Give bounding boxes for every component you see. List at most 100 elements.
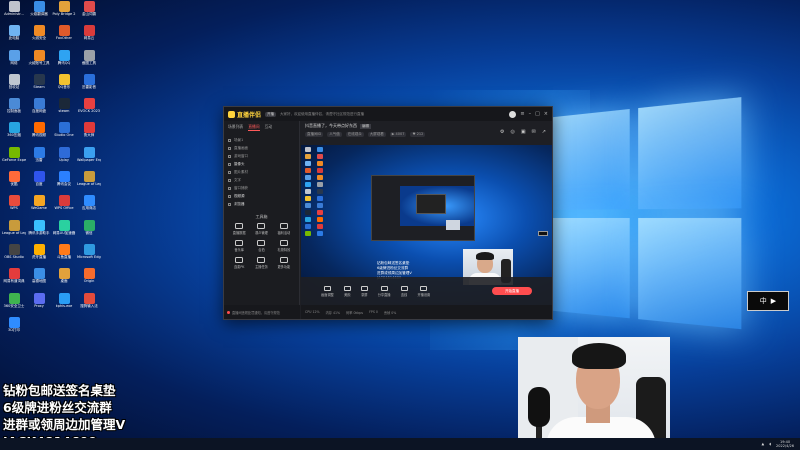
- visibility-checkbox[interactable]: [228, 178, 231, 182]
- tool-button[interactable]: 直播数据: [228, 223, 250, 235]
- live-status-badge[interactable]: 开播: [265, 111, 277, 117]
- toolbar-icon[interactable]: ▣: [521, 129, 526, 135]
- desktop-icon[interactable]: 网络: [2, 49, 26, 73]
- desktop-icon[interactable]: League of Legends: [77, 170, 101, 194]
- visibility-checkbox[interactable]: [228, 186, 231, 190]
- desktop-icon[interactable]: Wallpaper Engine: [77, 146, 101, 170]
- desktop-icon[interactable]: 金山词霸: [77, 0, 101, 24]
- scene-item[interactable]: 游戏窗口: [228, 152, 295, 160]
- edit-title-button[interactable]: 编辑: [360, 123, 371, 129]
- desktop-icon[interactable]: 此电脑: [2, 24, 26, 48]
- desktop-icon[interactable]: 迅雷影音: [77, 73, 101, 97]
- desktop-icon[interactable]: Administr...: [2, 0, 26, 24]
- visibility-checkbox[interactable]: [228, 162, 231, 166]
- scene-item[interactable]: 浏览器: [228, 200, 295, 208]
- menu-icon[interactable]: ≡: [520, 111, 524, 117]
- desktop-icon[interactable]: 腾讯会议: [52, 170, 76, 194]
- desktop-icon[interactable]: 火绒账号工具: [27, 49, 51, 73]
- mini-widget[interactable]: 中 ▶: [747, 291, 789, 311]
- desktop-icon[interactable]: Origin: [77, 267, 101, 291]
- desktop-icon[interactable]: 高德地图: [27, 267, 51, 291]
- visibility-checkbox[interactable]: [228, 202, 231, 206]
- toolbar-icon[interactable]: ✉: [532, 129, 536, 135]
- desktop-icon[interactable]: GeForce Experience: [2, 146, 26, 170]
- desktop-icon[interactable]: Uplay: [52, 146, 76, 170]
- desktop-icon[interactable]: 腾讯QQ: [52, 49, 76, 73]
- desktop-icon[interactable]: 百度网盘: [27, 97, 51, 121]
- desktop-icon[interactable]: OBS Studio: [2, 243, 26, 267]
- visibility-checkbox[interactable]: [228, 138, 231, 142]
- desktop-icon[interactable]: 应用商店: [77, 194, 101, 218]
- desktop-icon[interactable]: 网易有道词典: [2, 267, 26, 291]
- scene-item[interactable]: 直播画面: [228, 144, 295, 152]
- desktop-icon[interactable]: 360压缩: [2, 121, 26, 145]
- desktop-icon[interactable]: WeGame: [27, 194, 51, 218]
- close-icon[interactable]: ×: [544, 111, 548, 117]
- tool-button[interactable]: 主播任务: [250, 257, 272, 269]
- tool-button[interactable]: 更多功能: [273, 257, 295, 269]
- control-button[interactable]: 录屏: [360, 285, 368, 297]
- desktop-icon[interactable]: 3D打印: [2, 316, 26, 340]
- sidebar-tab[interactable]: 场景列表: [228, 124, 243, 131]
- volume-icon[interactable]: ◖: [769, 442, 771, 446]
- control-button[interactable]: 分享直播: [378, 285, 391, 297]
- desktop-icon[interactable]: Poly Bridge 2: [52, 0, 76, 24]
- network-icon[interactable]: ▲: [761, 442, 764, 446]
- tool-button[interactable]: 礼物特效: [273, 240, 295, 252]
- desktop-icon[interactable]: 鲁大师: [77, 121, 101, 145]
- desktop-icon[interactable]: FoxOther: [52, 24, 76, 48]
- minimize-icon[interactable]: –: [529, 111, 532, 117]
- desktop-icon[interactable]: 微信: [77, 219, 101, 243]
- desktop-icon[interactable]: Steam: [27, 73, 51, 97]
- desktop-icon[interactable]: 腾讯视频: [27, 121, 51, 145]
- control-button[interactable]: 画面调整: [321, 285, 334, 297]
- desktop-icon[interactable]: 360安全卫士: [2, 292, 26, 316]
- visibility-checkbox[interactable]: [228, 170, 231, 174]
- desktop-icon[interactable]: QQ音乐: [52, 73, 76, 97]
- desktop-icon[interactable]: 截图工具: [77, 49, 101, 73]
- tool-button[interactable]: 观众管理: [250, 223, 272, 235]
- desktop-icon[interactable]: Microsoft Edge: [77, 243, 101, 267]
- desktop-icon[interactable]: EVOCK 2023: [77, 97, 101, 121]
- desktop-icon[interactable]: Proxy: [27, 292, 51, 316]
- toolbar-icon[interactable]: ◎: [510, 129, 514, 135]
- toolbar-icon[interactable]: ⚙: [500, 129, 504, 135]
- desktop-icon[interactable]: 百度: [27, 170, 51, 194]
- desktop-icon[interactable]: 斗鱼直播: [52, 243, 76, 267]
- tool-button[interactable]: 福利活动: [273, 223, 295, 235]
- visibility-checkbox[interactable]: [228, 154, 231, 158]
- desktop-icon[interactable]: 桌面: [52, 267, 76, 291]
- scene-item[interactable]: 图片素材: [228, 168, 295, 176]
- desktop-icon[interactable]: 网易云: [77, 24, 101, 48]
- clock[interactable]: 19:40 2022/4/26: [776, 440, 794, 448]
- desktop-icon[interactable]: steam: [52, 97, 76, 121]
- visibility-checkbox[interactable]: [228, 194, 231, 198]
- desktop-icon[interactable]: 火绒安全: [27, 24, 51, 48]
- desktop-icon[interactable]: 网易UU加速器: [52, 219, 76, 243]
- desktop-icon[interactable]: kphis.exe: [52, 292, 76, 316]
- desktop-icon[interactable]: 回收站: [2, 73, 26, 97]
- tool-button[interactable]: 合拍: [250, 240, 272, 252]
- user-avatar[interactable]: [509, 110, 517, 118]
- scene-item[interactable]: 文字: [228, 176, 295, 184]
- tool-button[interactable]: 音乐库: [228, 240, 250, 252]
- desktop-icon[interactable]: WPS: [2, 194, 26, 218]
- desktop-icon[interactable]: 虎牙直播: [27, 243, 51, 267]
- visibility-checkbox[interactable]: [228, 146, 231, 150]
- desktop-icon[interactable]: League of Legends: [2, 219, 26, 243]
- scene-item[interactable]: 窗口捕获: [228, 184, 295, 192]
- desktop-icon[interactable]: WPS Office: [52, 194, 76, 218]
- toolbar-icon[interactable]: ↗: [542, 129, 546, 135]
- desktop-icon[interactable]: 迅雷: [27, 146, 51, 170]
- sidebar-tab[interactable]: 互动: [265, 124, 273, 131]
- maximize-icon[interactable]: □: [535, 111, 540, 117]
- desktop-icon[interactable]: 搜狗输入法: [77, 292, 101, 316]
- tool-button[interactable]: 连麦PK: [228, 257, 250, 269]
- desktop-icon[interactable]: 控制面板: [2, 97, 26, 121]
- control-button[interactable]: 开播设置: [418, 285, 430, 297]
- scene-item[interactable]: 摄像头: [228, 160, 295, 168]
- control-button[interactable]: 美颜: [343, 285, 351, 297]
- desktop-icon[interactable]: 优酷: [2, 170, 26, 194]
- start-live-button[interactable]: 开始直播: [492, 287, 532, 295]
- desktop-icon[interactable]: 腾讯手游助手: [27, 219, 51, 243]
